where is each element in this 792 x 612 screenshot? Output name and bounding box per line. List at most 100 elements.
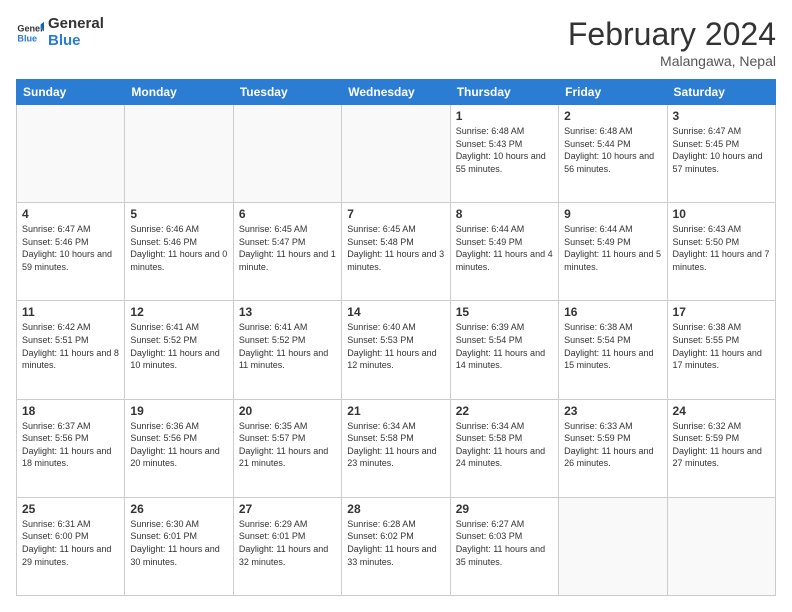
day-number: 27 [239, 502, 336, 516]
logo: General Blue General Blue [16, 16, 104, 49]
calendar-cell: 9Sunrise: 6:44 AM Sunset: 5:49 PM Daylig… [559, 203, 667, 301]
calendar-cell: 11 Sunrise: 6:42 AM Sunset: 5:51 PM Dayli… [17, 301, 125, 399]
calendar-cell: 10Sunrise: 6:43 AM Sunset: 5:50 PM Dayli… [667, 203, 775, 301]
day-info: Sunrise: 6:45 AM Sunset: 5:47 PM Dayligh… [239, 223, 336, 273]
day-info: Sunrise: 6:40 AM Sunset: 5:53 PM Dayligh… [347, 321, 444, 371]
calendar-cell: 20Sunrise: 6:35 AM Sunset: 5:57 PM Dayli… [233, 399, 341, 497]
logo-blue: Blue [48, 33, 104, 50]
calendar-cell: 21 Sunrise: 6:34 AM Sunset: 5:58 PM Dayli… [342, 399, 450, 497]
day-number: 1 [456, 109, 553, 123]
svg-text:General: General [17, 23, 44, 33]
calendar-cell: 25 Sunrise: 6:31 AM Sunset: 6:00 PM Dayli… [17, 497, 125, 595]
calendar-cell: 4 Sunrise: 6:47 AM Sunset: 5:46 PM Daylig… [17, 203, 125, 301]
day-number: 6 [239, 207, 336, 221]
calendar-cell: 8Sunrise: 6:44 AM Sunset: 5:49 PM Daylig… [450, 203, 558, 301]
logo-general: General [48, 16, 104, 33]
calendar-cell [125, 105, 233, 203]
day-info: Sunrise: 6:41 AM Sunset: 5:52 PM Dayligh… [239, 321, 336, 371]
calendar-cell: 17 Sunrise: 6:38 AM Sunset: 5:55 PM Dayli… [667, 301, 775, 399]
calendar-cell: 19 Sunrise: 6:36 AM Sunset: 5:56 PM Dayli… [125, 399, 233, 497]
calendar-cell: 27 Sunrise: 6:29 AM Sunset: 6:01 PM Dayli… [233, 497, 341, 595]
calendar-cell: 1 Sunrise: 6:48 AM Sunset: 5:43 PM Daylig… [450, 105, 558, 203]
calendar-cell: 12 Sunrise: 6:41 AM Sunset: 5:52 PM Dayli… [125, 301, 233, 399]
weekday-header-saturday: Saturday [667, 80, 775, 105]
calendar-cell [17, 105, 125, 203]
calendar-cell: 13 Sunrise: 6:41 AM Sunset: 5:52 PM Dayli… [233, 301, 341, 399]
day-info: Sunrise: 6:48 AM Sunset: 5:44 PM Dayligh… [564, 125, 661, 175]
day-info: Sunrise: 6:36 AM Sunset: 5:56 PM Dayligh… [130, 420, 227, 470]
calendar-body: 1 Sunrise: 6:48 AM Sunset: 5:43 PM Daylig… [17, 105, 776, 596]
day-number: 17 [673, 305, 770, 319]
day-number: 28 [347, 502, 444, 516]
calendar-cell: 29 Sunrise: 6:27 AM Sunset: 6:03 PM Dayli… [450, 497, 558, 595]
calendar-cell: 23Sunrise: 6:33 AM Sunset: 5:59 PM Dayli… [559, 399, 667, 497]
day-number: 16 [564, 305, 661, 319]
day-number: 5 [130, 207, 227, 221]
day-info: Sunrise: 6:45 AM Sunset: 5:48 PM Dayligh… [347, 223, 444, 273]
calendar-cell [559, 497, 667, 595]
weekday-header-thursday: Thursday [450, 80, 558, 105]
day-number: 2 [564, 109, 661, 123]
day-info: Sunrise: 6:33 AM Sunset: 5:59 PM Dayligh… [564, 420, 661, 470]
day-number: 29 [456, 502, 553, 516]
weekday-header-wednesday: Wednesday [342, 80, 450, 105]
day-info: Sunrise: 6:34 AM Sunset: 5:58 PM Dayligh… [347, 420, 444, 470]
day-info: Sunrise: 6:42 AM Sunset: 5:51 PM Dayligh… [22, 321, 119, 371]
day-info: Sunrise: 6:38 AM Sunset: 5:55 PM Dayligh… [673, 321, 770, 371]
calendar-cell: 3 Sunrise: 6:47 AM Sunset: 5:45 PM Daylig… [667, 105, 775, 203]
calendar-cell: 6 Sunrise: 6:45 AM Sunset: 5:47 PM Daylig… [233, 203, 341, 301]
calendar-header: SundayMondayTuesdayWednesdayThursdayFrid… [17, 80, 776, 105]
calendar-cell: 5 Sunrise: 6:46 AM Sunset: 5:46 PM Daylig… [125, 203, 233, 301]
day-info: Sunrise: 6:46 AM Sunset: 5:46 PM Dayligh… [130, 223, 227, 273]
day-number: 11 [22, 305, 119, 319]
calendar-cell: 24Sunrise: 6:32 AM Sunset: 5:59 PM Dayli… [667, 399, 775, 497]
day-info: Sunrise: 6:34 AM Sunset: 5:58 PM Dayligh… [456, 420, 553, 470]
calendar-cell: 22Sunrise: 6:34 AM Sunset: 5:58 PM Dayli… [450, 399, 558, 497]
day-info: Sunrise: 6:38 AM Sunset: 5:54 PM Dayligh… [564, 321, 661, 371]
day-number: 19 [130, 404, 227, 418]
day-number: 7 [347, 207, 444, 221]
day-number: 4 [22, 207, 119, 221]
day-number: 20 [239, 404, 336, 418]
logo-icon: General Blue [16, 19, 44, 47]
week-row-0: 1 Sunrise: 6:48 AM Sunset: 5:43 PM Daylig… [17, 105, 776, 203]
day-info: Sunrise: 6:29 AM Sunset: 6:01 PM Dayligh… [239, 518, 336, 568]
day-number: 25 [22, 502, 119, 516]
day-info: Sunrise: 6:47 AM Sunset: 5:46 PM Dayligh… [22, 223, 119, 273]
week-row-3: 18Sunrise: 6:37 AM Sunset: 5:56 PM Dayli… [17, 399, 776, 497]
day-info: Sunrise: 6:44 AM Sunset: 5:49 PM Dayligh… [564, 223, 661, 273]
day-number: 10 [673, 207, 770, 221]
weekday-row: SundayMondayTuesdayWednesdayThursdayFrid… [17, 80, 776, 105]
calendar-cell: 7 Sunrise: 6:45 AM Sunset: 5:48 PM Daylig… [342, 203, 450, 301]
day-number: 15 [456, 305, 553, 319]
day-info: Sunrise: 6:39 AM Sunset: 5:54 PM Dayligh… [456, 321, 553, 371]
calendar-table: SundayMondayTuesdayWednesdayThursdayFrid… [16, 79, 776, 596]
day-info: Sunrise: 6:41 AM Sunset: 5:52 PM Dayligh… [130, 321, 227, 371]
day-number: 12 [130, 305, 227, 319]
day-info: Sunrise: 6:30 AM Sunset: 6:01 PM Dayligh… [130, 518, 227, 568]
header: General Blue General Blue February 2024 … [16, 16, 776, 69]
day-info: Sunrise: 6:47 AM Sunset: 5:45 PM Dayligh… [673, 125, 770, 175]
calendar-cell [342, 105, 450, 203]
calendar-cell: 14 Sunrise: 6:40 AM Sunset: 5:53 PM Dayli… [342, 301, 450, 399]
svg-text:Blue: Blue [17, 33, 37, 43]
day-info: Sunrise: 6:27 AM Sunset: 6:03 PM Dayligh… [456, 518, 553, 568]
calendar-cell: 16 Sunrise: 6:38 AM Sunset: 5:54 PM Dayli… [559, 301, 667, 399]
day-number: 3 [673, 109, 770, 123]
week-row-2: 11 Sunrise: 6:42 AM Sunset: 5:51 PM Dayli… [17, 301, 776, 399]
weekday-header-friday: Friday [559, 80, 667, 105]
day-number: 13 [239, 305, 336, 319]
calendar-cell: 2 Sunrise: 6:48 AM Sunset: 5:44 PM Daylig… [559, 105, 667, 203]
day-info: Sunrise: 6:31 AM Sunset: 6:00 PM Dayligh… [22, 518, 119, 568]
day-number: 24 [673, 404, 770, 418]
title-block: February 2024 Malangawa, Nepal [568, 16, 776, 69]
page: General Blue General Blue February 2024 … [0, 0, 792, 612]
day-number: 21 [347, 404, 444, 418]
calendar-cell: 26Sunrise: 6:30 AM Sunset: 6:01 PM Dayli… [125, 497, 233, 595]
day-number: 8 [456, 207, 553, 221]
day-info: Sunrise: 6:48 AM Sunset: 5:43 PM Dayligh… [456, 125, 553, 175]
weekday-header-sunday: Sunday [17, 80, 125, 105]
calendar-cell [667, 497, 775, 595]
calendar-subtitle: Malangawa, Nepal [568, 53, 776, 69]
day-number: 14 [347, 305, 444, 319]
